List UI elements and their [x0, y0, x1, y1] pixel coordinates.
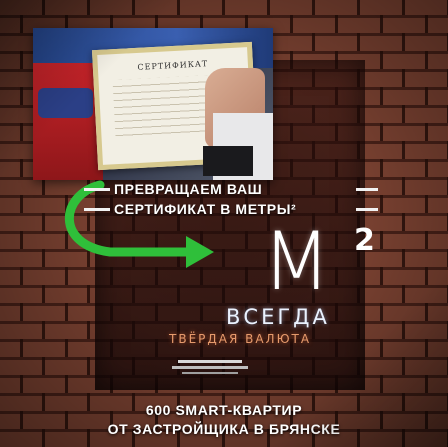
decor-bar [356, 208, 378, 211]
decor-bar [84, 208, 110, 211]
footer-line-2: ОТ ЗАСТРОЙЩИКА В БРЯНСКЕ [107, 421, 341, 437]
decor-bar [84, 188, 110, 191]
decor-bar [356, 188, 378, 191]
footer-line-1: 600 SMART-КВАРТИР [145, 402, 303, 418]
square-meter-superscript: 2 [354, 223, 375, 258]
logo-icon [172, 360, 248, 374]
slogan-line-2: ТВЁРДАЯ ВАЛЮТА [169, 332, 312, 346]
arrow-icon [64, 180, 214, 268]
headline-line-1: ПРЕВРАЩАЕМ ВАШ [114, 181, 263, 197]
slogan-line-1: ВСЕГДА [226, 305, 330, 329]
square-meter-symbol: M [262, 215, 331, 308]
